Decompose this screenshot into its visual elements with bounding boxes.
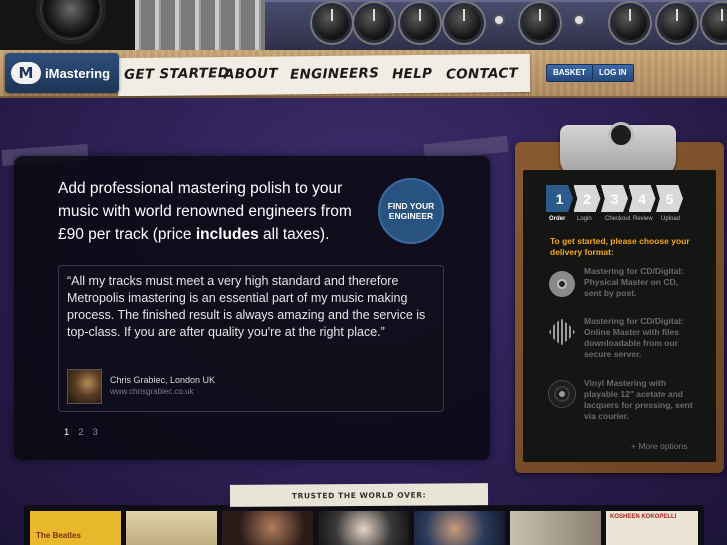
step-label-upload: Upload xyxy=(661,216,681,222)
speaker-cone-graphic xyxy=(40,0,102,40)
pager-page-1[interactable]: 1 xyxy=(64,427,69,438)
album-cover[interactable]: The Beatles xyxy=(30,511,121,545)
album-cover-text: KOSHEEN KOKOPELLI xyxy=(610,514,677,520)
album-cover[interactable] xyxy=(126,511,217,545)
switch-graphic xyxy=(495,16,503,24)
step-1[interactable]: 1 xyxy=(546,185,573,212)
step-5[interactable]: 5 xyxy=(656,185,683,212)
studio-equipment-banner xyxy=(0,0,727,50)
testimonial-quote: “All my tracks must meet a very high sta… xyxy=(67,274,426,339)
option-online-master[interactable]: Mastering for CD/Digital: Online Master … xyxy=(584,316,696,360)
knob-graphic xyxy=(403,6,437,40)
imastering-logo[interactable]: M iMastering xyxy=(5,53,119,93)
switch-graphic xyxy=(575,16,583,24)
testimonial-author: Chris Grabiec, London UK xyxy=(110,375,216,385)
album-cover-text: The Beatles xyxy=(36,531,81,540)
equalizer-panel-graphic xyxy=(265,0,727,50)
testimonial-pager: 1 2 3 xyxy=(64,427,98,438)
trusted-label: TRUSTED THE WORLD OVER: xyxy=(229,483,489,507)
option-vinyl[interactable]: Vinyl Mastering with playable 12" acetat… xyxy=(584,378,696,422)
nav-get-started[interactable]: GET STARTED xyxy=(124,65,230,83)
step-label-review: Review xyxy=(633,216,653,222)
option-cd-physical[interactable]: Mastering for CD/Digital: Physical Maste… xyxy=(584,266,696,299)
order-steps: 1 2 3 4 5 xyxy=(546,185,688,212)
pager-page-2[interactable]: 2 xyxy=(78,427,83,438)
album-cover[interactable] xyxy=(222,511,313,545)
knob-graphic xyxy=(613,6,647,40)
logo-text: iMastering xyxy=(45,65,111,81)
album-cover[interactable]: KOSHEEN KOKOPELLI xyxy=(606,511,698,545)
step-label-checkout: Checkout xyxy=(605,216,631,222)
testimonial-avatar xyxy=(67,369,102,404)
knob-graphic xyxy=(660,6,694,40)
logo-mark-icon: M xyxy=(11,62,41,84)
more-options-link[interactable]: + More options xyxy=(631,441,687,451)
speaker-graphic xyxy=(0,0,135,50)
order-step-labels: Order Login Checkout Review Upload xyxy=(549,216,689,222)
rack-graphic xyxy=(135,0,265,50)
login-button[interactable]: LOG IN xyxy=(592,64,634,82)
album-cover[interactable] xyxy=(318,511,409,545)
knob-graphic xyxy=(357,6,391,40)
step-3[interactable]: 3 xyxy=(601,185,628,212)
step-label-order: Order xyxy=(549,216,566,222)
cd-icon[interactable] xyxy=(549,271,575,297)
pager-page-3[interactable]: 3 xyxy=(93,427,98,438)
hero-headline: Add professional mastering polish to you… xyxy=(58,177,374,246)
knob-graphic xyxy=(447,6,481,40)
hero-text-part: all taxes). xyxy=(258,226,330,243)
step-2[interactable]: 2 xyxy=(573,185,601,212)
nav-engineers[interactable]: ENGINEERS xyxy=(290,65,379,83)
album-cover[interactable] xyxy=(510,511,601,545)
hero-text-bold: includes xyxy=(195,226,259,243)
knob-graphic xyxy=(705,6,727,40)
nav-contact[interactable]: CONTACT xyxy=(446,65,518,82)
find-your-engineer-button[interactable]: FIND YOUR ENGINEER xyxy=(378,178,444,244)
nav-about[interactable]: ABOUT xyxy=(224,66,278,83)
album-cover[interactable] xyxy=(414,511,505,545)
order-intro-text: To get started, please choose your deliv… xyxy=(550,236,690,257)
step-4[interactable]: 4 xyxy=(628,185,656,212)
testimonial-url[interactable]: www.chrisgrabiec.co.uk xyxy=(110,387,194,396)
vinyl-icon[interactable] xyxy=(549,381,575,407)
knob-graphic xyxy=(315,6,349,40)
nav-help[interactable]: HELP xyxy=(392,66,432,83)
step-label-login: Login xyxy=(577,216,592,222)
basket-button[interactable]: BASKET xyxy=(546,64,593,82)
knob-graphic xyxy=(523,6,557,40)
